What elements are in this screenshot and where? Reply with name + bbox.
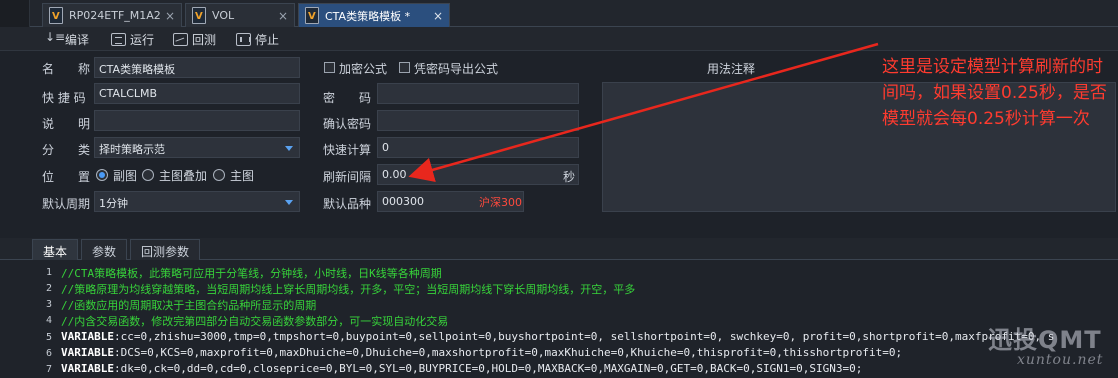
run-button[interactable]: 运行	[111, 30, 154, 48]
export-label: 凭密码导出公式	[414, 62, 499, 76]
tab-backtest-params[interactable]: 回测参数	[130, 239, 201, 260]
name-input[interactable]: CTA类策略模板	[94, 57, 300, 78]
radio-main-overlay[interactable]	[142, 169, 154, 181]
radio-main-overlay-label: 主图叠加	[159, 169, 208, 183]
formula-file-icon: V	[192, 7, 206, 24]
default-code-name: 沪深300	[479, 196, 522, 209]
tab-cta-template[interactable]: V CTA类策略模板 * ×	[298, 3, 450, 27]
period-label: 默认周期	[42, 197, 91, 211]
formula-file-icon: V	[305, 7, 319, 24]
shortcut-label: 快 捷 码	[42, 91, 86, 105]
name-label: 名 称	[42, 62, 91, 76]
radio-subchart[interactable]	[96, 169, 108, 181]
line-number: 2	[46, 283, 53, 294]
line-number: 3	[46, 299, 53, 310]
code-text: :dk=0,ck=0,dd=0,cd=0,closeprice=0,BYL=0,…	[113, 362, 863, 375]
close-icon[interactable]: ×	[165, 9, 175, 23]
refresh-unit: 秒	[563, 170, 576, 184]
editor-toolbar: 编译 运行 回测 停止	[0, 27, 1118, 51]
chevron-down-icon	[285, 146, 293, 151]
code-text: :DCS=0,KCS=0,maxprofit=0,maxDhuiche=0,Dh…	[113, 346, 903, 359]
period-select[interactable]: 1分钟	[94, 191, 300, 212]
default-code-label: 默认品种	[323, 197, 372, 211]
watermark-url: xuntou.net	[1017, 352, 1104, 368]
tab-rp024etf[interactable]: V RP024ETF_M1A2 ×	[42, 3, 182, 27]
chevron-down-icon	[285, 200, 293, 205]
password-label: 密 码	[323, 91, 372, 105]
close-icon[interactable]: ×	[433, 9, 443, 23]
code-line: VARIABLE:dk=0,ck=0,dd=0,cd=0,closeprice=…	[61, 362, 862, 375]
period-value: 1分钟	[99, 197, 128, 210]
bottom-tab-bar: 基本 参数 回测参数	[0, 238, 1118, 260]
code-editor[interactable]: 1 //CTA策略模板，此策略可应用于分笔线，分钟线，小时线，日K线等各种周期 …	[0, 260, 1118, 378]
line-number: 4	[46, 315, 53, 326]
run-label: 运行	[130, 32, 155, 47]
category-label: 分 类	[42, 143, 91, 157]
left-strip	[0, 0, 30, 27]
description-label: 说 明	[42, 117, 91, 131]
annotation-note: 这里是设定模型计算刷新的时间吗，如果设置0.25秒，是否模型就会每0.25秒计算…	[882, 57, 1107, 129]
password-input[interactable]	[377, 83, 579, 104]
line-number: 1	[46, 267, 53, 278]
category-select[interactable]: 择时策略示范	[94, 137, 300, 158]
watermark-logo: 迅投QMT	[988, 326, 1102, 354]
radio-main-chart[interactable]	[213, 169, 225, 181]
stop-icon	[236, 32, 251, 46]
quick-calc-label: 快速计算	[323, 143, 372, 157]
tab-params[interactable]: 参数	[81, 239, 128, 260]
code-line: VARIABLE:DCS=0,KCS=0,maxprofit=0,maxDhui…	[61, 346, 902, 359]
export-checkbox[interactable]	[399, 62, 410, 73]
keyword: VARIABLE	[61, 362, 114, 375]
tab-vol[interactable]: V VOL ×	[185, 3, 295, 27]
formula-file-icon: V	[49, 7, 63, 24]
backtest-icon	[173, 32, 188, 46]
code-line: VARIABLE:cc=0,zhishu=3000,tmp=0,tmpshort…	[61, 330, 1054, 343]
tab-label: CTA类策略模板 *	[325, 9, 411, 23]
stop-label: 停止	[255, 32, 280, 47]
radio-subchart-label: 副图	[113, 169, 138, 183]
backtest-button[interactable]: 回测	[173, 30, 216, 48]
tab-basic[interactable]: 基本	[32, 239, 79, 260]
compile-button[interactable]: 编译	[45, 30, 90, 48]
tab-label: RP024ETF_M1A2	[69, 9, 161, 22]
compile-icon	[45, 30, 65, 46]
backtest-label: 回测	[192, 32, 217, 47]
code-line: //CTA策略模板，此策略可应用于分笔线，分钟线，小时线，日K线等各种周期	[61, 267, 442, 280]
document-tab-bar: V RP024ETF_M1A2 × V VOL × V CTA类策略模板 * ×	[0, 0, 1118, 27]
quick-calc-input[interactable]: 0	[377, 137, 579, 158]
close-icon[interactable]: ×	[278, 9, 288, 23]
usage-label: 用法注释	[707, 62, 756, 76]
keyword: VARIABLE	[61, 330, 114, 343]
keyword: VARIABLE	[61, 346, 114, 359]
line-number: 7	[46, 364, 53, 375]
stop-button[interactable]: 停止	[236, 30, 279, 48]
code-line: //内含交易函数，修改完第四部分自动交易函数参数部分，可一实现自动化交易	[61, 315, 449, 328]
code-line: //策略原理为均线穿越策略，当短周期均线上穿长周期均线，开多，平空；当短周期均线…	[61, 283, 636, 296]
tab-label: VOL	[212, 9, 235, 22]
shortcut-input[interactable]: CTALCLMB	[94, 83, 300, 104]
confirm-password-label: 确认密码	[323, 117, 372, 131]
refresh-interval-input[interactable]: 0.00	[377, 164, 579, 185]
line-number: 6	[46, 348, 53, 359]
position-label: 位 置	[42, 170, 91, 184]
compile-label: 编译	[65, 32, 90, 47]
refresh-interval-label: 刷新间隔	[323, 170, 372, 184]
encrypt-checkbox[interactable]	[324, 62, 335, 73]
code-text: :cc=0,zhishu=3000,tmp=0,tmpshort=0,buypo…	[113, 330, 1055, 343]
description-input[interactable]	[94, 110, 300, 131]
run-icon	[111, 32, 126, 46]
code-line: //函数应用的周期取决于主图合约品种所显示的周期	[61, 299, 317, 312]
radio-main-chart-label: 主图	[230, 169, 255, 183]
encrypt-label: 加密公式	[339, 62, 388, 76]
confirm-password-input[interactable]	[377, 110, 579, 131]
line-number: 5	[46, 332, 53, 343]
category-value: 择时策略示范	[99, 143, 165, 156]
